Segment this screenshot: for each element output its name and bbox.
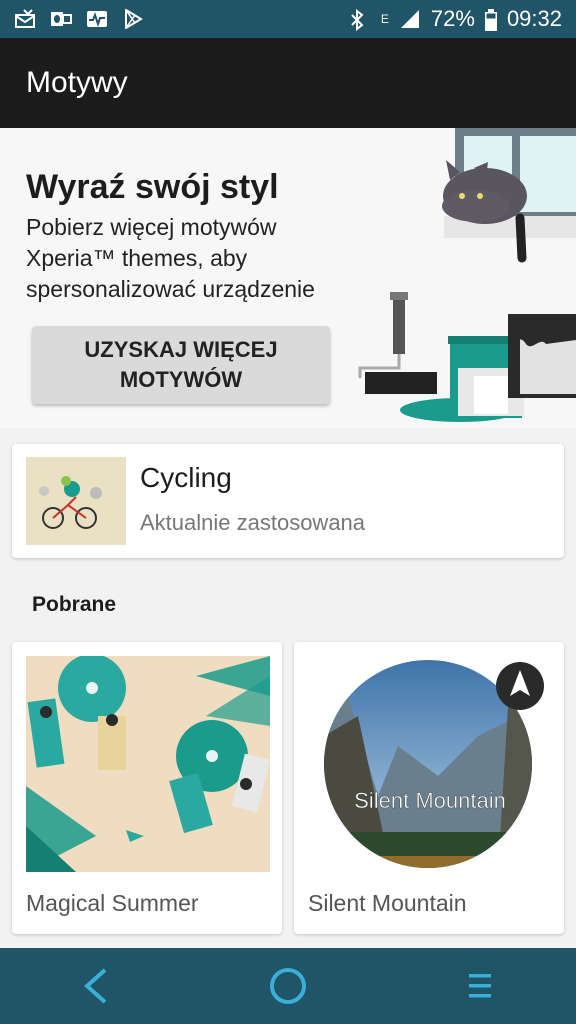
current-theme-thumbnail — [26, 457, 126, 545]
home-button[interactable] — [258, 956, 318, 1016]
theme-name: Silent Mountain — [308, 890, 467, 916]
recents-button[interactable] — [450, 956, 510, 1016]
silent-mountain-logo-text: Silent Mountain — [354, 788, 506, 813]
mail-sync-icon — [14, 9, 36, 29]
network-type-label: E — [380, 12, 389, 26]
back-button[interactable] — [66, 956, 126, 1016]
hero-title: Wyraź swój styl — [26, 168, 279, 206]
bluetooth-icon — [349, 8, 371, 32]
activity-icon — [86, 9, 108, 29]
system-indicators: E 72% 09:32 — [349, 6, 562, 32]
app-bar: Motywy — [0, 38, 576, 128]
get-more-themes-button[interactable]: UZYSKAJ WIĘCEJ MOTYWÓW — [32, 326, 330, 404]
paint-roller-illustration — [358, 292, 437, 394]
current-theme-status: Aktualnie zastosowana — [140, 510, 366, 535]
downloaded-section-title: Pobrane — [32, 593, 117, 616]
back-icon — [83, 968, 107, 1004]
theme-card-magical-summer[interactable]: Magical Summer — [12, 642, 282, 934]
hero-illustration — [358, 128, 576, 422]
clock: 09:32 — [506, 6, 562, 31]
hero-banner: Wyraź swój styl Pobierz więcej motywów X… — [0, 128, 576, 428]
battery-percent: 72% — [430, 6, 475, 31]
home-icon — [270, 968, 306, 1004]
status-bar: E 72% 09:32 — [0, 0, 576, 38]
navigation-bar — [0, 948, 576, 1024]
page-title: Motywy — [26, 66, 128, 99]
silent-mountain-thumbnail: Silent Mountain — [308, 656, 552, 872]
themes-content[interactable]: Wyraź swój styl Pobierz więcej motywów X… — [0, 128, 576, 948]
notification-icons — [14, 8, 144, 30]
theme-card-silent-mountain[interactable]: Silent Mountain Silent Mountain — [294, 642, 564, 934]
play-store-icon — [122, 8, 144, 30]
outlook-icon — [50, 9, 72, 29]
theme-name: Magical Summer — [26, 890, 199, 916]
recents-icon — [469, 974, 491, 998]
hero-description: Pobierz więcej motywów Xperia™ themes, a… — [26, 214, 315, 302]
signal-icon — [399, 9, 421, 29]
battery-icon — [484, 9, 497, 31]
current-theme-card[interactable]: Cycling Aktualnie zastosowana — [12, 444, 564, 558]
dark-paint-bucket-illustration — [508, 314, 576, 398]
magical-summer-thumbnail — [26, 656, 270, 872]
current-theme-name: Cycling — [140, 462, 232, 493]
